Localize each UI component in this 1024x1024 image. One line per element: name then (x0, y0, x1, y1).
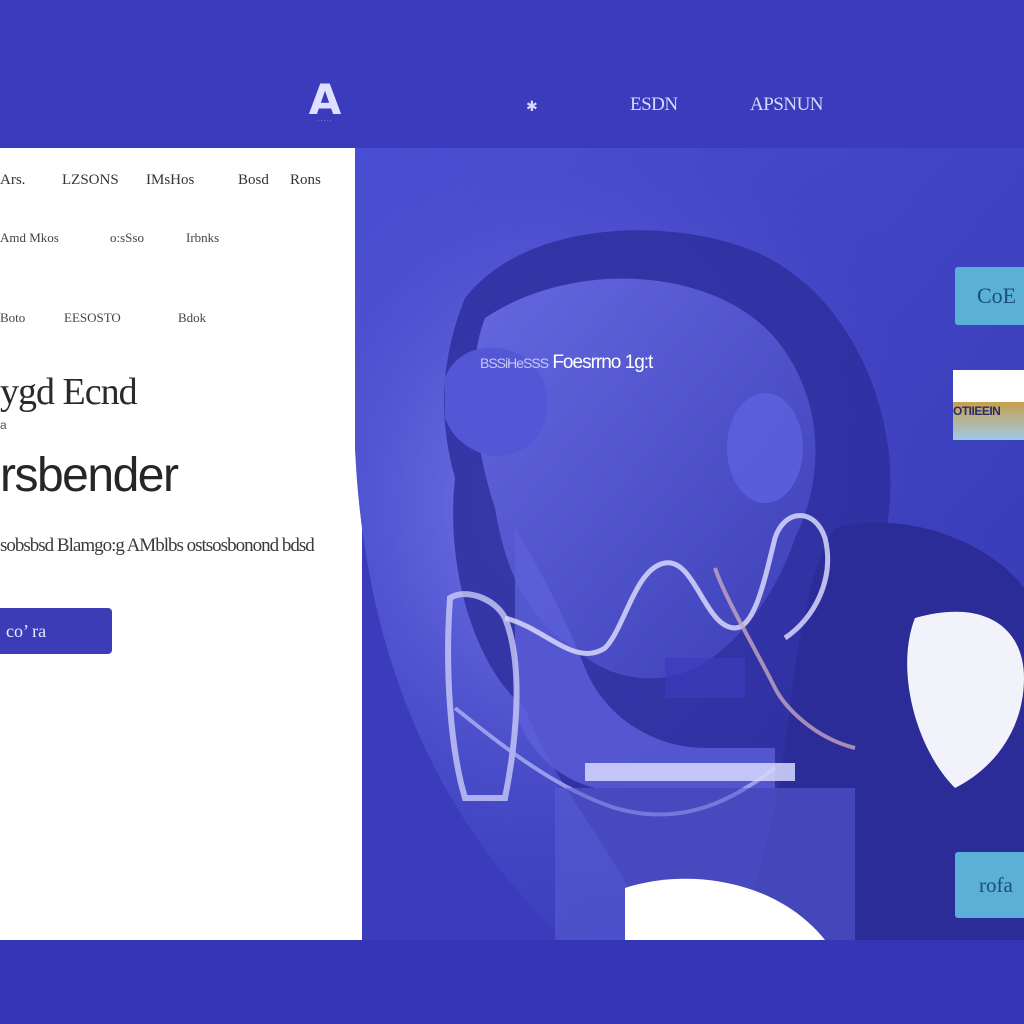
secondary-nav-item[interactable]: LZSONS (62, 172, 119, 189)
secondary-nav-item[interactable]: Bdok (178, 310, 206, 326)
secondary-nav-item[interactable]: Rons (290, 172, 321, 189)
hero-illustration (355, 148, 1024, 940)
secondary-nav-item[interactable]: IMsHos (146, 172, 194, 189)
nav-link-1[interactable]: ESDN (630, 94, 678, 118)
secondary-nav-item[interactable]: Irbnks (186, 230, 219, 246)
hero-headline-mark: a (0, 418, 7, 432)
logo-mark: A (308, 75, 342, 124)
top-header (0, 0, 1024, 148)
side-action-button[interactable]: CoE (955, 267, 1024, 325)
side-card-label: OTIIEEIN (953, 404, 1001, 418)
logo-subtext: ····· (317, 118, 333, 124)
hero-subtitle: sobsbsd Blamgo:g AMblbs ostsosbonond bds… (0, 535, 315, 556)
footer-band (0, 940, 1024, 1024)
nav-link-2[interactable]: APSNUN (750, 94, 824, 118)
hero-illustration-svg (355, 148, 1024, 940)
hero-headline-top: ygd Ecnd (0, 371, 138, 413)
brand-logo[interactable]: A ····· (300, 75, 350, 128)
cta-button[interactable]: co’ ra (0, 608, 112, 654)
secondary-nav-item[interactable]: Amd Mkos (0, 230, 59, 246)
caption-prefix: BSSiHeSSS (480, 355, 549, 371)
secondary-nav-item[interactable]: o:sSso (110, 230, 144, 246)
secondary-nav-item[interactable]: Boto (0, 310, 25, 326)
secondary-nav-item[interactable]: Ars. (0, 172, 25, 189)
secondary-nav-item[interactable]: EESOSTO (64, 310, 121, 326)
secondary-nav-item[interactable]: Bosd (238, 172, 269, 189)
star-icon[interactable]: ✱ (526, 98, 538, 115)
hero-caption: BSSiHeSSS Foesrrno 1g:t (480, 352, 653, 374)
caption-text: Foesrrno 1g:t (552, 352, 653, 373)
side-card[interactable]: OTIIEEIN (953, 370, 1024, 440)
hero-headline: rsbender (0, 449, 179, 502)
side-bottom-button[interactable]: rofa (955, 852, 1024, 918)
